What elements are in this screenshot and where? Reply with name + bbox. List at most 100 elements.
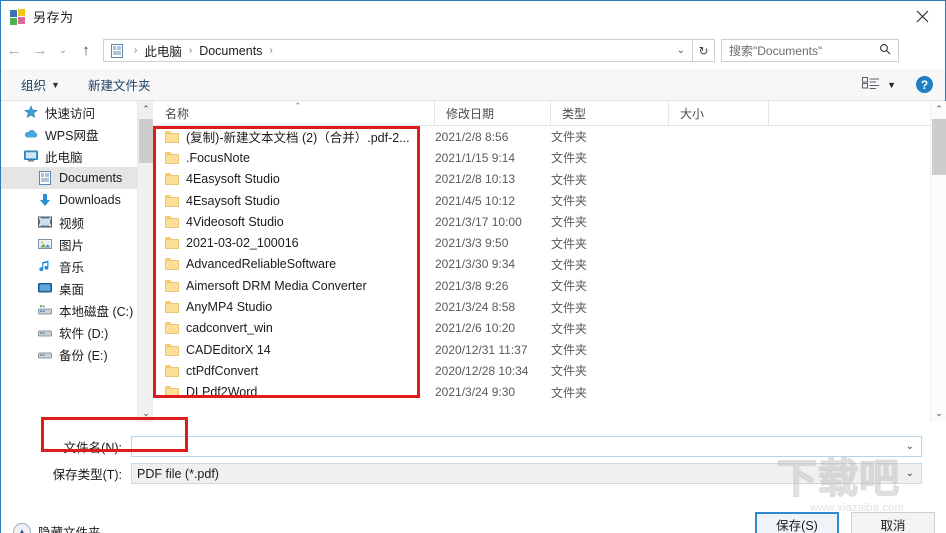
folder-icon	[165, 364, 179, 377]
sidebar-item-documents[interactable]: Documents	[1, 167, 153, 189]
folder-icon	[165, 215, 179, 228]
desktop-icon	[37, 280, 53, 296]
sidebar-item-wps-[interactable]: WPS网盘	[1, 123, 153, 145]
file-date-cell: 2021/4/5 10:12	[435, 193, 516, 208]
file-name-cell: ctPdfConvert	[154, 364, 435, 378]
table-row[interactable]: AnyMP4 Studio 2021/3/24 8:58 文件夹	[154, 296, 929, 317]
table-row[interactable]: 4Esaysoft Studio 2021/4/5 10:12 文件夹	[154, 190, 929, 211]
sidebar-item--[interactable]: 快速访问	[1, 101, 153, 123]
file-name-cell: CADEditorX 14	[154, 343, 435, 357]
sidebar-item-downloads[interactable]: Downloads	[1, 189, 153, 211]
forward-icon[interactable]: →	[27, 38, 53, 64]
toolbar: 组织 ▼ 新建文件夹 ▼ ?	[1, 69, 945, 101]
file-date-cell: 2021/3/8 9:26	[435, 278, 509, 293]
breadcrumb-separator: ›	[269, 45, 273, 56]
file-type-cell: 文件夹	[551, 279, 588, 294]
file-name-label: (复制)-新建文本文档 (2)（合并）.pdf-2...	[186, 131, 410, 146]
file-date-cell: 2021/3/24 8:58	[435, 300, 516, 315]
file-list-scrollbar[interactable]: ⌃ ⌄	[930, 101, 946, 422]
search-input[interactable]: 搜索"Documents"	[721, 39, 899, 62]
hide-folders-toggle[interactable]: ▲ 隐藏文件夹	[13, 522, 101, 533]
column-header-2[interactable]: 类型	[551, 101, 669, 126]
breadcrumb[interactable]: › 此电脑 › Documents › ⌄	[103, 39, 693, 62]
close-icon[interactable]	[899, 1, 945, 31]
file-list-pane: 名称 ⌃ 修改日期 类型 大小 (复制)-新建文本文档 (2)（合并）.pdf-2...…	[154, 101, 946, 422]
chevron-up-icon: ▲	[13, 522, 31, 533]
column-header-label: 类型	[562, 107, 587, 121]
folder-icon	[165, 258, 179, 271]
filename-input[interactable]: ⌄	[131, 436, 922, 457]
file-date-cell: 2021/3/30 9:34	[435, 257, 516, 272]
scrollbar-thumb[interactable]	[139, 119, 153, 163]
table-row[interactable]: 4Easysoft Studio 2021/2/8 10:13 文件夹	[154, 169, 929, 190]
sidebar-item--[interactable]: 视频	[1, 211, 153, 233]
column-header-0[interactable]: 名称 ⌃	[154, 101, 435, 126]
table-row[interactable]: (复制)-新建文本文档 (2)（合并）.pdf-2... 2021/2/8 8:5…	[154, 126, 929, 147]
sidebar-item--[interactable]: 图片	[1, 233, 153, 255]
back-icon[interactable]: ←	[1, 38, 27, 64]
savetype-label: 保存类型(T):	[52, 468, 122, 482]
chevron-down-icon[interactable]: ⌄	[906, 441, 921, 452]
sidebar-item--[interactable]: 此电脑	[1, 145, 153, 167]
recent-locations-icon[interactable]: ⌄	[53, 38, 73, 64]
file-name-label: 4Videosoft Studio	[186, 214, 284, 229]
file-name-label: 2021-03-02_100016	[186, 236, 299, 251]
file-name-label: Aimersoft DRM Media Converter	[186, 278, 367, 293]
sidebar-item-label: 备份 (E:)	[59, 348, 108, 363]
scroll-down-icon[interactable]: ⌄	[138, 405, 154, 422]
sidebar-item-label: Downloads	[59, 193, 121, 207]
column-header-label: 大小	[680, 107, 705, 121]
cancel-button[interactable]: 取消	[851, 512, 935, 533]
table-row[interactable]: 4Videosoft Studio 2021/3/17 10:00 文件夹	[154, 211, 929, 232]
file-name-label: CADEditorX 14	[186, 342, 271, 357]
breadcrumb-item-documents[interactable]: Documents	[197, 44, 264, 58]
table-row[interactable]: ctPdfConvert 2020/12/28 10:34 文件夹	[154, 360, 929, 381]
help-icon[interactable]: ?	[916, 76, 933, 93]
list-view-icon[interactable]	[862, 77, 880, 92]
sidebar-item--c-[interactable]: 本地磁盘 (C:)	[1, 299, 153, 321]
savetype-select[interactable]: PDF file (*.pdf) ⌄	[131, 463, 922, 484]
file-date-cell: 2021/1/15 9:14	[435, 150, 516, 165]
up-icon[interactable]: ↑	[73, 38, 99, 64]
chevron-down-icon[interactable]: ▼	[887, 80, 896, 90]
save-button[interactable]: 保存(S)	[755, 512, 839, 533]
table-row[interactable]: .FocusNote 2021/1/15 9:14 文件夹	[154, 147, 929, 168]
sidebar-item--d-[interactable]: 软件 (D:)	[1, 321, 153, 343]
scrollbar-thumb[interactable]	[932, 119, 946, 175]
sidebar-item--[interactable]: 桌面	[1, 277, 153, 299]
scroll-down-icon[interactable]: ⌄	[931, 405, 946, 422]
column-header-3[interactable]: 大小	[669, 101, 769, 126]
sidebar-item-label: Documents	[59, 171, 123, 185]
file-name-label: ctPdfConvert	[186, 363, 259, 378]
scroll-up-icon[interactable]: ⌃	[138, 101, 154, 118]
file-type-cell: 文件夹	[551, 257, 588, 272]
music-icon	[37, 258, 53, 274]
column-header-label: 名称	[165, 107, 190, 121]
sidebar-item--[interactable]: 音乐	[1, 255, 153, 277]
table-row[interactable]: AdvancedReliableSoftware 2021/3/30 9:34 文件…	[154, 254, 929, 275]
breadcrumb-item-computer[interactable]: 此电脑	[142, 41, 184, 60]
new-folder-button[interactable]: 新建文件夹	[82, 69, 157, 100]
table-row[interactable]: DLPdf2Word 2021/3/24 9:30 文件夹	[154, 382, 929, 403]
chevron-down-icon[interactable]: ⌄	[906, 468, 921, 479]
table-row[interactable]: Aimersoft DRM Media Converter 2021/3/8 9:…	[154, 275, 929, 296]
column-header-row: 名称 ⌃ 修改日期 类型 大小	[154, 101, 946, 126]
table-row[interactable]: cadconvert_win 2021/2/6 10:20 文件夹	[154, 318, 929, 339]
organize-button[interactable]: 组织 ▼	[15, 69, 66, 100]
sidebar-item--e-[interactable]: 备份 (E:)	[1, 343, 153, 365]
column-header-1[interactable]: 修改日期	[435, 101, 551, 126]
savetype-value: PDF file (*.pdf)	[137, 466, 219, 481]
file-name-cell: DLPdf2Word	[154, 385, 435, 399]
table-row[interactable]: 2021-03-02_100016 2021/3/3 9:50 文件夹	[154, 232, 929, 253]
refresh-icon[interactable]: ↻	[693, 39, 715, 62]
chevron-down-icon[interactable]: ⌄	[677, 45, 692, 56]
table-row[interactable]: CADEditorX 14 2020/12/31 11:37 文件夹	[154, 339, 929, 360]
sidebar-item-label: 此电脑	[45, 150, 83, 165]
scroll-up-icon[interactable]: ⌃	[931, 101, 946, 118]
file-name-cell: 4Easysoft Studio	[154, 172, 435, 186]
new-folder-label: 新建文件夹	[87, 79, 151, 93]
file-type-cell: 文件夹	[551, 236, 588, 251]
folder-icon	[165, 237, 179, 250]
file-date-cell: 2021/3/17 10:00	[435, 214, 522, 229]
sidebar-scrollbar[interactable]: ⌃ ⌄	[137, 101, 153, 422]
